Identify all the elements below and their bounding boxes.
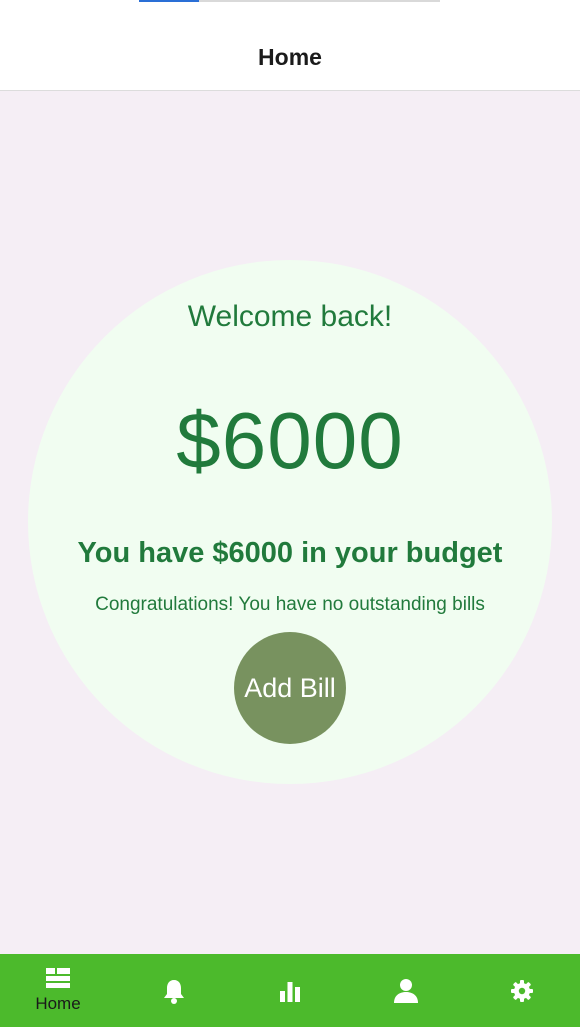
tab-home-label: Home [35, 993, 81, 1013]
tab-reports[interactable] [232, 954, 348, 1027]
gear-icon [510, 979, 534, 1003]
home-grid-icon [45, 967, 71, 990]
bar-chart-icon [278, 979, 302, 1003]
tab-settings[interactable] [464, 954, 580, 1027]
loading-progress-fill [139, 0, 200, 2]
bottom-tab-bar: Home [0, 954, 580, 1027]
budget-amount: $6000 [176, 396, 404, 485]
person-icon [393, 978, 419, 1004]
tab-home[interactable]: Home [0, 954, 116, 1027]
tab-notifications[interactable] [116, 954, 232, 1027]
header-bar: Home [0, 0, 580, 91]
bell-icon [162, 978, 186, 1004]
bills-status-text: Congratulations! You have no outstanding… [95, 594, 485, 615]
add-bill-button[interactable]: Add Bill [234, 632, 346, 744]
loading-progress-bar [139, 0, 440, 2]
page-title: Home [258, 44, 322, 70]
budget-summary-text: You have $6000 in your budget [77, 537, 503, 569]
welcome-text: Welcome back! [187, 300, 393, 333]
tab-profile[interactable] [348, 954, 464, 1027]
